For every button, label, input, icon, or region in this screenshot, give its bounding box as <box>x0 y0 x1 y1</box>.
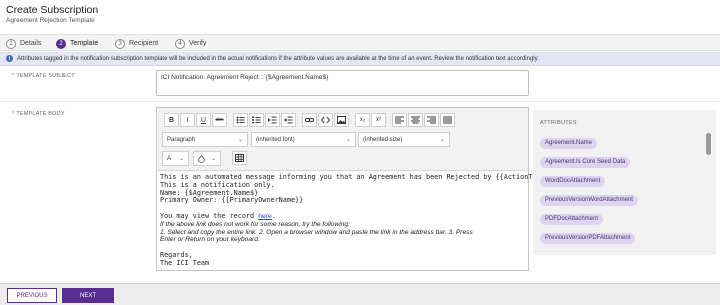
body-line: The ICI Team <box>160 258 210 267</box>
align-right-icon <box>427 116 436 124</box>
font-select-value: (inherited font) <box>256 136 295 143</box>
fill-color-icon <box>198 154 205 163</box>
info-banner: i Attributes tagged in the notification … <box>0 52 720 66</box>
table-button[interactable] <box>232 151 247 165</box>
attribute-chip[interactable]: Agreement.Is Core Seed Data <box>540 157 631 168</box>
template-subject-value: ICI Notification: Agreement Reject :: {$… <box>161 74 329 81</box>
size-select[interactable]: (inherited size) ⌄ <box>358 132 450 147</box>
numbered-list-button[interactable] <box>249 113 264 127</box>
record-link[interactable]: here <box>258 213 272 220</box>
required-marker: * <box>12 111 15 117</box>
step-label: Recipient <box>129 40 159 47</box>
divider <box>0 101 720 102</box>
italic-button[interactable]: I <box>180 113 195 127</box>
attributes-panel: ATTRIBUTES Agreement.Name Agreement.Is C… <box>533 110 716 255</box>
size-select-value: (inherited size) <box>363 136 403 143</box>
body-line: You may view the record here. <box>160 211 276 220</box>
indent-button[interactable] <box>265 113 280 127</box>
chevron-down-icon: ⌄ <box>439 137 445 143</box>
paragraph-select[interactable]: Paragraph ⌄ <box>162 132 248 147</box>
step-label: Details <box>20 40 42 47</box>
image-icon <box>337 116 346 124</box>
info-icon: i <box>6 55 13 62</box>
template-body-label: * TEMPLATE BODY <box>12 111 65 117</box>
required-marker: * <box>12 73 15 79</box>
table-icon <box>235 154 244 162</box>
align-center-icon <box>411 116 420 124</box>
template-body-content[interactable]: This is an automated message informing y… <box>160 173 573 268</box>
template-subject-label: * TEMPLATE SUBJECT <box>12 73 75 79</box>
strikethrough-button[interactable]: abc <box>212 113 227 127</box>
page-title: Create Subscription <box>6 4 99 16</box>
body-line: 1. Select and copy the entire link. 2. O… <box>160 228 473 236</box>
numbered-list-icon <box>252 116 261 124</box>
justify-icon <box>443 116 452 124</box>
attribute-chip[interactable]: WordDocAttachment <box>540 176 606 187</box>
attribute-chip[interactable]: PreviousVersionWordAttachment <box>540 195 638 206</box>
step-label: Template <box>70 40 99 47</box>
unlink-button[interactable] <box>318 113 333 127</box>
step-number: 1 <box>6 38 16 49</box>
attribute-chip[interactable]: Agreement.Name <box>540 138 598 149</box>
link-button[interactable] <box>302 113 317 127</box>
text-color-select[interactable]: A ⌄ <box>162 151 189 166</box>
step-number: 3 <box>115 38 125 49</box>
wizard-steps: 1 Details 2 Template 3 Recipient 4 Verif… <box>0 34 720 51</box>
bullet-list-icon <box>236 116 245 124</box>
align-center-button[interactable] <box>408 113 423 127</box>
image-button[interactable] <box>334 113 349 127</box>
chevron-down-icon: ⌄ <box>178 156 184 162</box>
align-left-button[interactable] <box>392 113 407 127</box>
body-blank-line <box>160 244 526 252</box>
previous-button[interactable]: PREVIOUS <box>7 288 57 303</box>
background-color-select[interactable]: ⌄ <box>193 151 221 166</box>
link-icon <box>305 118 314 122</box>
subscript-button[interactable]: x₂ <box>355 113 370 127</box>
chevron-down-icon: ⌄ <box>237 137 243 143</box>
page-header: Create Subscription Agreement Rejection … <box>0 0 720 34</box>
indent-icon <box>268 116 277 124</box>
info-text: Attributes tagged in the notification su… <box>17 55 539 62</box>
body-line: Regards, <box>160 250 193 259</box>
footer-bar: PREVIOUS NEXT <box>0 283 720 305</box>
scrollbar-thumb[interactable] <box>706 133 711 155</box>
template-subject-input[interactable]: ICI Notification: Agreement Reject :: {$… <box>156 70 529 96</box>
underline-button[interactable]: U <box>196 113 211 127</box>
page-subtitle: Agreement Rejection Template <box>6 17 95 24</box>
superscript-button[interactable]: x² <box>371 113 386 127</box>
font-select[interactable]: (inherited font) ⌄ <box>251 132 356 147</box>
body-line: If the above link does not work for some… <box>160 220 350 228</box>
unlink-icon <box>321 116 330 124</box>
attributes-list: Agreement.Name Agreement.Is Core Seed Da… <box>540 138 705 255</box>
justify-button[interactable] <box>440 113 455 127</box>
attribute-chip[interactable]: PDFDocAttachment <box>540 214 604 225</box>
attributes-title: ATTRIBUTES <box>540 120 577 126</box>
step-details[interactable]: 1 Details <box>6 38 41 49</box>
align-right-button[interactable] <box>424 113 439 127</box>
template-body-editor[interactable]: B I U abc x₂ x² Paragraph ⌄ (inherited f… <box>156 107 573 271</box>
step-label: Verify <box>189 40 207 47</box>
editor-toolbar: B I U abc x₂ x² Paragraph ⌄ (inherited f… <box>157 108 528 171</box>
bullet-list-button[interactable] <box>233 113 248 127</box>
align-left-icon <box>395 116 404 124</box>
step-template[interactable]: 2 Template <box>56 38 98 49</box>
body-line: Primary Owner: {{PrimaryOwnerName}} <box>160 196 304 205</box>
step-verify[interactable]: 4 Verify <box>175 38 207 49</box>
step-number: 4 <box>175 38 185 49</box>
outdent-button[interactable] <box>281 113 296 127</box>
chevron-down-icon: ⌄ <box>345 137 351 143</box>
next-button[interactable]: NEXT <box>62 288 114 303</box>
attributes-scrollbar[interactable] <box>706 130 711 252</box>
outdent-icon <box>284 116 293 124</box>
step-recipient[interactable]: 3 Recipient <box>115 38 158 49</box>
step-number: 2 <box>56 38 66 49</box>
attribute-chip[interactable]: PreviousVersionPDFAttachment <box>540 233 636 244</box>
text-color-icon: A <box>167 155 172 162</box>
chevron-down-icon: ⌄ <box>210 156 216 162</box>
body-line: Enter or Return on your keyboard. <box>160 236 260 244</box>
bold-button[interactable]: B <box>164 113 179 127</box>
paragraph-select-value: Paragraph <box>167 136 196 143</box>
